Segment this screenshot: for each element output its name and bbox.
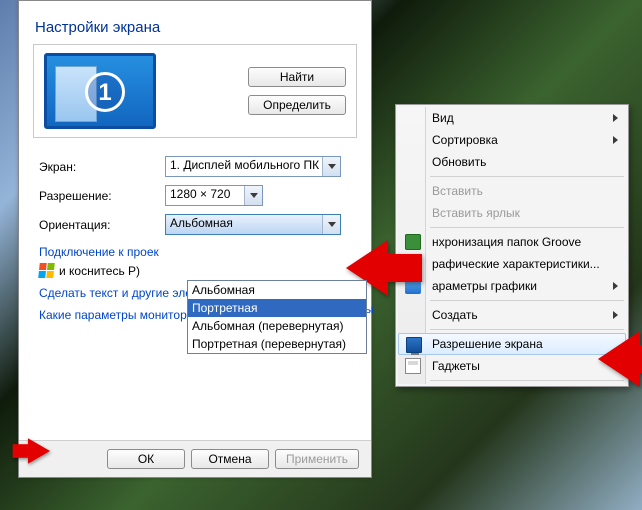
- annotation-arrow: [598, 331, 640, 387]
- ok-button[interactable]: ОК: [107, 449, 185, 469]
- ctx-separator: [430, 380, 624, 381]
- dialog-title: Настройки экрана: [29, 11, 361, 44]
- resolution-select-value: 1280 × 720: [170, 187, 230, 201]
- ctx-groove-sync[interactable]: нхронизация папок Groove: [398, 231, 626, 253]
- monitor-preview[interactable]: 1: [44, 53, 156, 129]
- ctx-gpu-props-label: рафические характеристики...: [432, 257, 600, 271]
- groove-icon: [405, 234, 421, 250]
- ctx-separator: [430, 329, 624, 330]
- resolution-select[interactable]: 1280 × 720: [165, 185, 263, 206]
- ctx-screen-resolution[interactable]: Разрешение экрана: [398, 333, 626, 355]
- ctx-separator: [430, 176, 624, 177]
- gadget-icon: [405, 358, 421, 374]
- resolution-label: Разрешение:: [39, 189, 157, 203]
- dialog-footer: ОК Отмена Применить: [19, 440, 371, 477]
- windows-logo-icon: [38, 263, 55, 278]
- orientation-opt-landscape-flipped[interactable]: Альбомная (перевернутая): [188, 317, 366, 335]
- ctx-gadgets-label: Гаджеты: [432, 359, 480, 373]
- display-settings-dialog: Настройки экрана 1 Найти Определить Экра…: [18, 0, 372, 478]
- chevron-down-icon: [322, 215, 340, 234]
- ctx-gpu-params[interactable]: араметры графики: [398, 275, 626, 297]
- projector-link[interactable]: Подключение к проек: [39, 245, 159, 259]
- screen-label: Экран:: [39, 160, 157, 174]
- chevron-down-icon: [244, 186, 262, 205]
- ctx-gadgets[interactable]: Гаджеты: [398, 355, 626, 377]
- annotation-arrow: [28, 438, 50, 464]
- detect-button[interactable]: Определить: [248, 95, 346, 115]
- orientation-select-value: Альбомная: [170, 216, 233, 230]
- cancel-button[interactable]: Отмена: [191, 449, 269, 469]
- screen-select[interactable]: 1. Дисплей мобильного ПК: [165, 156, 341, 177]
- orientation-opt-landscape[interactable]: Альбомная: [188, 281, 366, 299]
- screen-select-value: 1. Дисплей мобильного ПК: [170, 158, 319, 172]
- orientation-dropdown-list[interactable]: Альбомная Портретная Альбомная (переверн…: [187, 280, 367, 354]
- desktop-context-menu[interactable]: Вид Сортировка Обновить Вставить Вставит…: [395, 104, 629, 387]
- ctx-screen-res-label: Разрешение экрана: [432, 337, 543, 351]
- apply-button[interactable]: Применить: [275, 449, 359, 469]
- find-button[interactable]: Найти: [248, 67, 346, 87]
- ctx-create[interactable]: Создать: [398, 304, 626, 326]
- orientation-opt-portrait-flipped[interactable]: Портретная (перевернутая): [188, 335, 366, 353]
- ctx-view[interactable]: Вид: [398, 107, 626, 129]
- orientation-label: Ориентация:: [39, 218, 157, 232]
- monitor-panel: 1 Найти Определить: [33, 44, 357, 138]
- ctx-gpu-params-label: араметры графики: [432, 279, 537, 293]
- ctx-separator: [430, 227, 624, 228]
- ctx-gpu-props[interactable]: рафические характеристики...: [398, 253, 626, 275]
- ctx-paste-shortcut: Вставить ярлык: [398, 202, 626, 224]
- projector-hotkey-text: и коснитесь P): [59, 264, 140, 278]
- orientation-select[interactable]: Альбомная: [165, 214, 341, 235]
- monitor-number-badge: 1: [85, 72, 125, 112]
- ctx-paste: Вставить: [398, 180, 626, 202]
- ctx-separator: [430, 300, 624, 301]
- chevron-down-icon: [322, 157, 340, 176]
- ctx-groove-label: нхронизация папок Groove: [432, 235, 581, 249]
- ctx-refresh[interactable]: Обновить: [398, 151, 626, 173]
- monitor-icon: [406, 337, 422, 353]
- orientation-opt-portrait[interactable]: Портретная: [188, 299, 366, 317]
- ctx-sort[interactable]: Сортировка: [398, 129, 626, 151]
